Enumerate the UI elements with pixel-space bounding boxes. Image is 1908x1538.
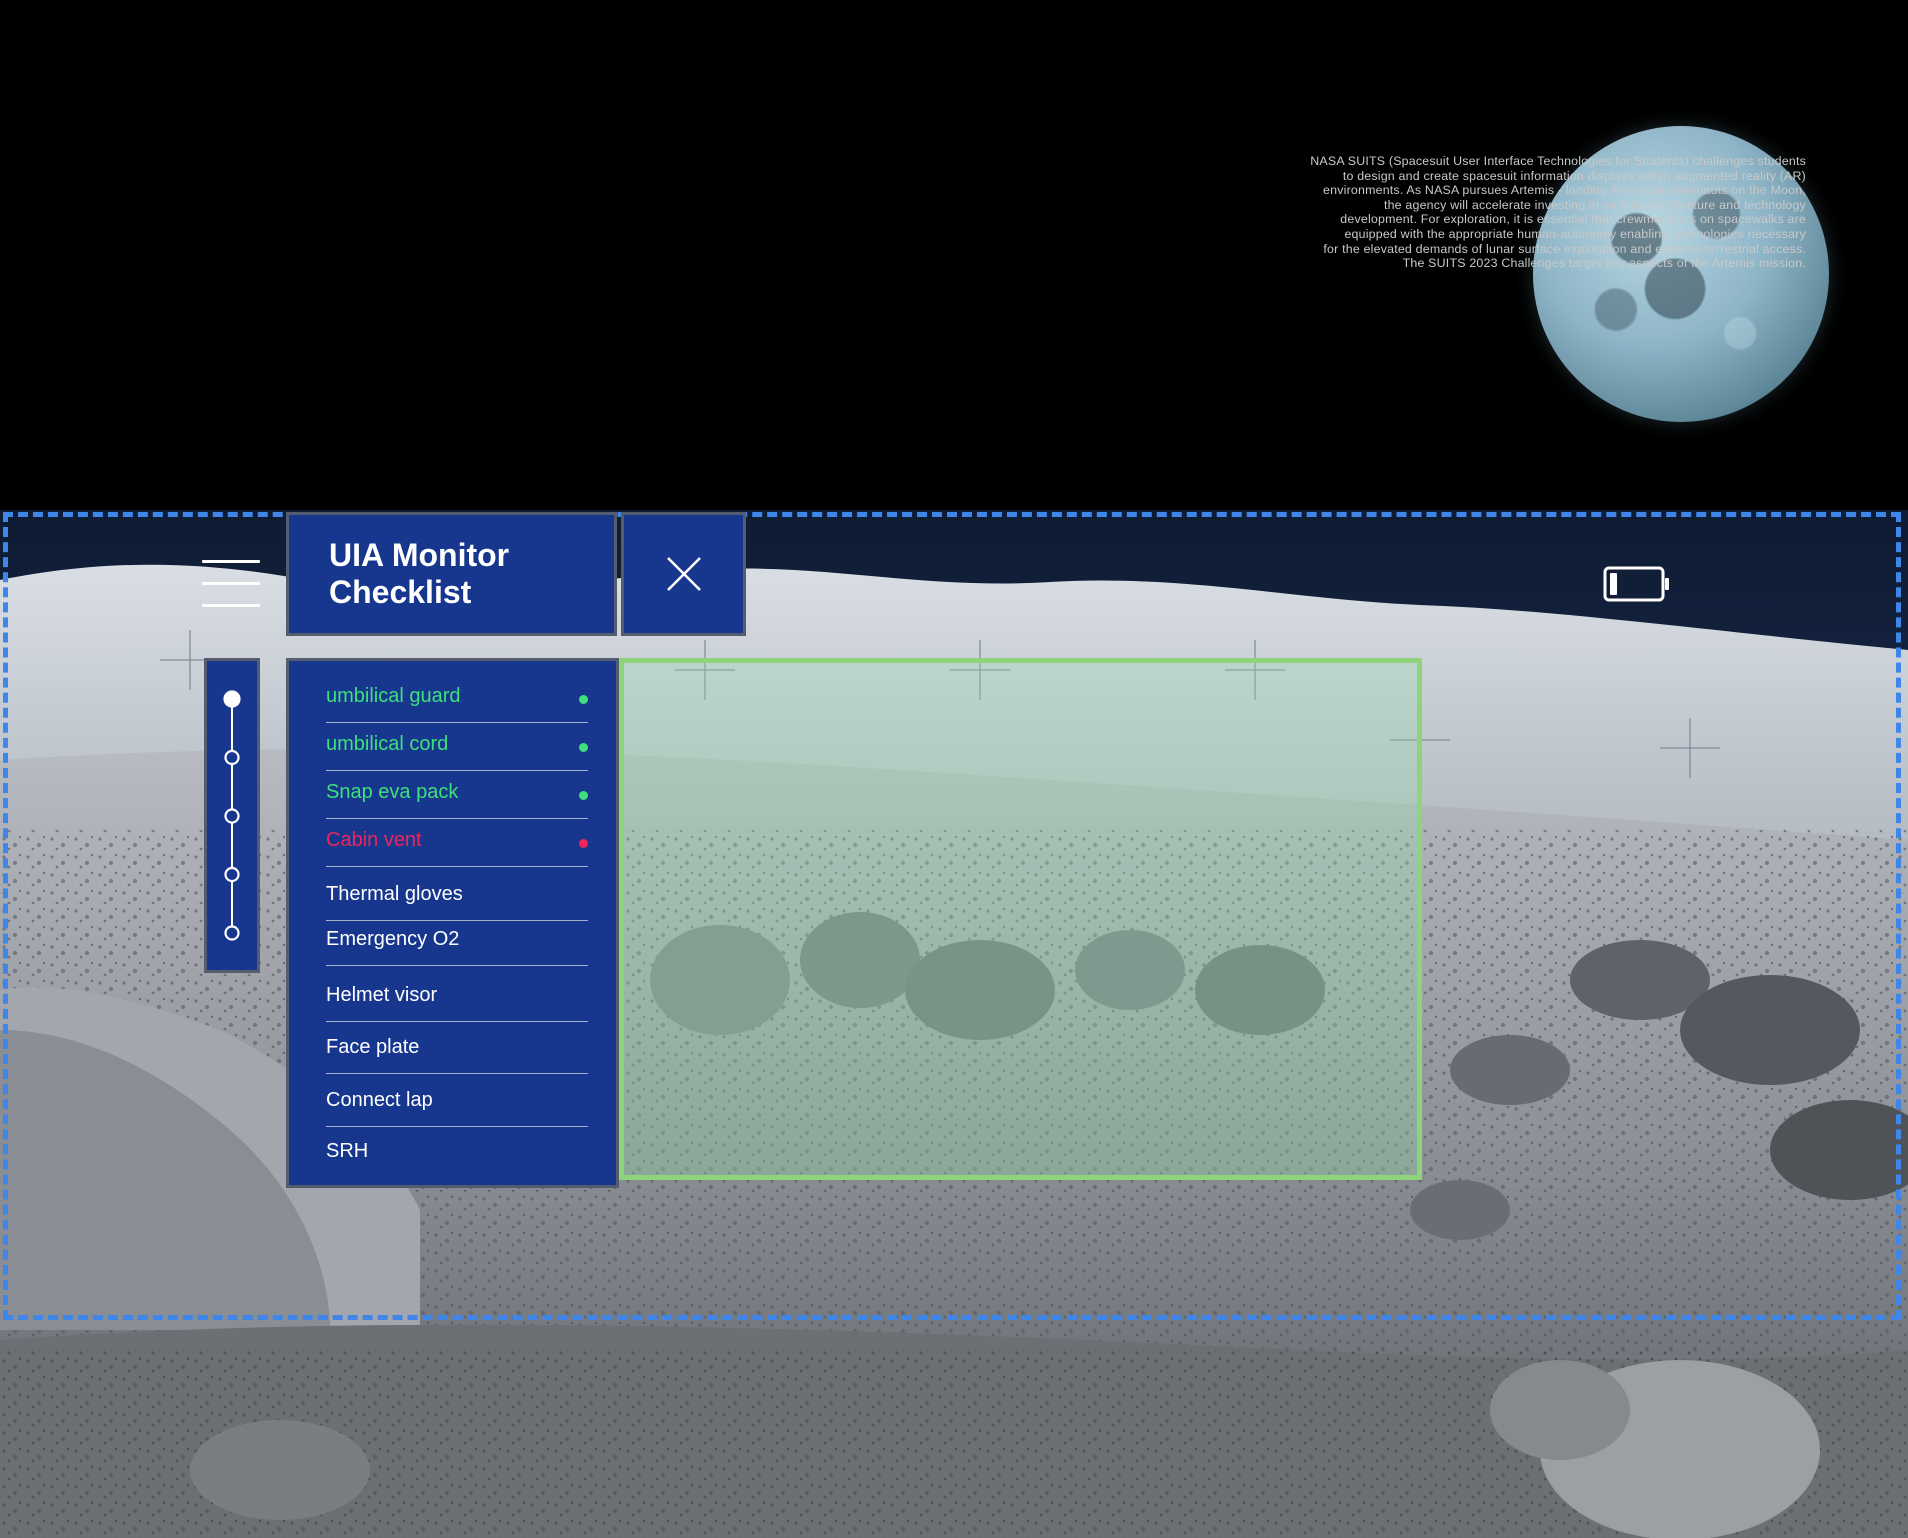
step-node[interactable] [224,749,240,766]
intro-line: to design and create spacesuit informati… [1342,168,1806,183]
checklist-item-label: umbilical cord [326,733,449,755]
checklist-item-label: Snap eva pack [326,781,459,803]
intro-line: development. For exploration, it is esse… [1340,212,1806,227]
scene: NASA SUITS (Spacesuit User Interface Tec… [0,0,1908,1538]
step-node[interactable] [224,866,240,883]
checklist-item[interactable]: Emergency O2 [326,921,588,966]
close-x-icon [667,557,701,591]
checklist-item-label: Emergency O2 [326,928,460,950]
checklist-item-label: SRH [326,1140,369,1162]
checklist-item[interactable]: Face plate [326,1022,588,1074]
title-line: Checklist [329,574,472,610]
checklist-item-label: umbilical guard [326,685,461,707]
status-dot [579,791,588,800]
checklist-item[interactable]: Helmet visor [326,966,588,1022]
checklist-title-panel: UIA Monitor Checklist [286,512,617,636]
checklist-item[interactable]: Connect lap [326,1074,588,1127]
checklist-item[interactable]: SRH [326,1127,588,1177]
intro-line: for the elevated demands of lunar surfac… [1323,241,1806,256]
intro-line: equipped with the appropriate human-auto… [1344,226,1806,241]
checklist-item-label: Cabin vent [326,829,422,851]
checklist-item[interactable]: Cabin vent [326,819,588,867]
battery-level [1610,573,1617,595]
intro-line: The SUITS 2023 Challenges target key asp… [1402,256,1806,271]
focus-region [619,658,1422,1180]
page-title: UIA Monitor Checklist [329,537,609,611]
intro-paragraph: NASA SUITS (Spacesuit User Interface Tec… [1230,154,1806,271]
checklist-item-label: Connect lap [326,1089,433,1111]
step-node[interactable] [224,925,240,941]
menu-button[interactable] [202,560,260,608]
hamburger-menu-icon [202,604,260,607]
checklist-item[interactable]: umbilical cord [326,723,588,771]
checklist-item-label: Thermal gloves [326,883,463,905]
battery-low-icon [1603,566,1669,602]
checklist-item[interactable]: Thermal gloves [326,867,588,921]
checklist-item[interactable]: umbilical guard [326,681,588,723]
hamburger-menu-icon [202,582,260,585]
step-node[interactable] [224,808,240,824]
status-dot [579,695,588,704]
status-dot [579,839,588,848]
checklist-item-label: Face plate [326,1036,420,1058]
step-indicator[interactable] [204,658,260,973]
close-button[interactable] [621,512,746,636]
hamburger-menu-icon [202,560,260,563]
intro-line: NASA SUITS (Spacesuit User Interface Tec… [1310,154,1806,168]
step-track [223,690,241,941]
intro-line: environments. As NASA pursues Artemis - … [1323,183,1806,198]
checklist-panel: umbilical guard umbilical cord Snap eva … [286,658,619,1188]
step-node[interactable] [223,690,241,708]
checklist-item-label: Helmet visor [326,984,438,1006]
intro-line: the agency will accelerate investing in … [1383,197,1806,212]
checklist-item[interactable]: Snap eva pack [326,771,588,819]
title-line: UIA Monitor [329,537,510,573]
status-dot [579,743,588,752]
